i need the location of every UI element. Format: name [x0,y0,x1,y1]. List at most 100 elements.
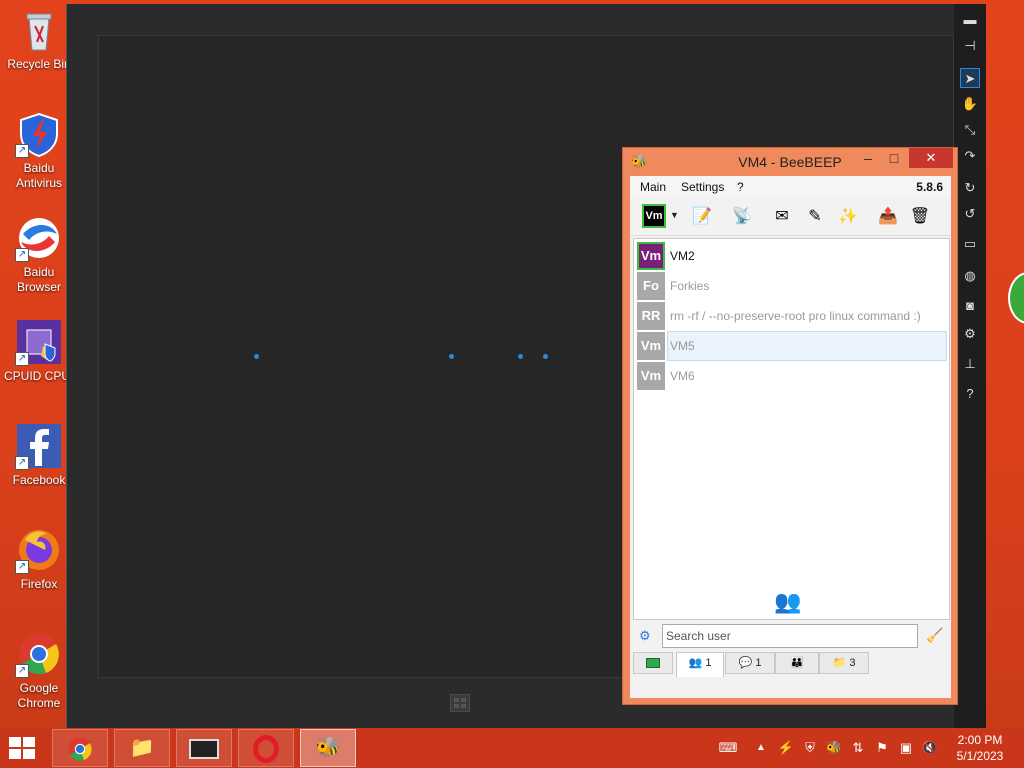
desktop-icon-facebook[interactable]: ↗ Facebook [2,422,76,488]
keyboard-icon[interactable]: ⌨ [712,728,744,768]
shortcut-arrow-icon: ↗ [15,144,29,158]
hand-icon[interactable]: ✋ [960,94,980,114]
magic-icon[interactable]: ✨ [836,205,860,229]
bee-tray-icon[interactable]: 🐝 [824,728,844,768]
menu-help[interactable]: ? [737,180,744,194]
gear-icon[interactable]: ⚙ [639,628,651,644]
shield-icon[interactable]: ⛨ [800,728,820,768]
chevron-down-icon[interactable]: ▼ [670,210,679,220]
taskbar-beebeep[interactable]: 🐝 [300,729,356,767]
edit-profile-icon[interactable]: 📝 [690,205,714,229]
user-row[interactable]: RR rm -rf / --no-preserve-root pro linux… [636,301,947,331]
minimize-icon[interactable]: ▬ [960,10,980,30]
desktop-icon-google-chrome[interactable]: ↗ Google Chrome [2,630,76,711]
taskbar-opera[interactable] [238,729,294,767]
network-icon[interactable]: ▣ [896,728,916,768]
clear-search-icon[interactable]: 🧹 [926,627,943,644]
volume-muted-icon[interactable]: 🔇 [920,728,940,768]
share-files-icon[interactable]: 📤 [876,205,900,229]
network-icon[interactable]: ⊥ [960,354,980,374]
desktop-icon-firefox[interactable]: ↗ Firefox [2,526,76,592]
title-bar[interactable]: 🐝 VM4 - BeeBEEP – □ ✕ [623,148,957,176]
user-row[interactable]: Fo Forkies [636,271,947,301]
tab-count: 3 [849,657,856,669]
user-name: Forkies [670,279,710,293]
shortcut-arrow-icon: ↗ [15,560,29,574]
network-share-icon[interactable]: ⇅ [848,728,868,768]
users-group-icon: 👥 [774,589,802,614]
tab-chats[interactable]: 💬 1 [725,652,775,674]
desktop-icon-recycle-bin[interactable]: Recycle Bin [2,6,76,72]
clock-time: 2:00 PM [957,733,1003,747]
taskbar-chrome[interactable] [52,729,108,767]
menu-settings[interactable]: Settings [681,180,724,194]
maximize-button[interactable]: □ [881,148,907,168]
baidu-browser-icon: ↗ [15,214,63,262]
desktop-icon-label: Baidu Antivirus [15,161,62,190]
desktop-icon-baidu-antivirus[interactable]: ↗ Baidu Antivirus [2,110,76,191]
monitor-green-icon [646,658,660,669]
taskbar-file-explorer[interactable]: 📁 [114,729,170,767]
reset-icon[interactable]: ↺ [960,204,980,224]
ctrl-alt-del-icon[interactable]: ↷ [960,146,980,166]
monitor-icon [189,738,219,759]
recycle-bin-icon [15,6,63,54]
broadcast-icon[interactable]: 📡 [730,205,754,229]
menu-bar: Main Settings ? 5.8.6 [630,176,951,198]
settings-icon[interactable]: ⚙ [960,324,980,344]
tab-files[interactable]: 📁 3 [819,652,869,674]
tab-users[interactable]: 👥 1 [676,652,724,677]
menu-main[interactable]: Main [640,180,666,194]
mail-icon[interactable]: ✉ [770,205,794,229]
chrome-icon [66,737,94,761]
refresh-icon[interactable]: ↻ [960,178,980,198]
green-edge-widget[interactable] [1008,272,1024,324]
selection-highlight [667,331,947,361]
user-name: VM6 [670,369,695,383]
monitor-icon[interactable]: ▭ [960,234,980,254]
opera-icon [253,734,279,763]
close-button[interactable]: ✕ [909,148,953,168]
clock[interactable]: 2:00 PM 5/1/2023 [948,732,1012,764]
trash-icon[interactable]: 🗑 [908,205,932,229]
desktop-icon-label: Baidu Browser [16,265,61,294]
user-name: rm -rf / --no-preserve-root pro linux co… [670,309,921,323]
user-avatar: RR [637,302,665,330]
chrome-icon: ↗ [15,630,63,678]
folder-icon: 📁 [129,737,155,759]
help-icon[interactable]: ? [960,384,980,404]
baidu-antivirus-tray-icon[interactable]: ⚡ [776,728,796,768]
search-user-input[interactable] [662,624,918,648]
groups-icon: 👪 [790,657,804,669]
tab-monitor[interactable] [633,652,673,674]
current-user-badge[interactable]: Vm [642,204,666,228]
tab-groups[interactable]: 👪 [775,652,819,674]
vm-side-toolbar: ▬ ⊣ ➤ ✋ ⤡ ↷ ↻ ↺ ▭ ◍ ◙ ⚙ ⊥ ? [954,4,986,728]
pointer-icon[interactable]: ➤ [960,68,980,88]
chevron-up-icon[interactable]: ▲ [752,728,770,768]
user-row[interactable]: Vm VM2 [636,241,947,271]
desktop-icon-label: Google Chrome [17,681,61,710]
tab-count: 1 [705,657,712,669]
user-name: VM2 [670,249,695,263]
vm-start-button[interactable] [450,694,470,712]
user-row[interactable]: Vm VM5 [636,331,947,361]
desktop-icon-cpuid[interactable]: ↗ CPUID CPU- [2,318,76,384]
user-avatar: Fo [637,272,665,300]
desktop-icon-baidu-browser[interactable]: ↗ Baidu Browser [2,214,76,295]
toolbar: Vm ▼ 📝 📡 ✉ ✎ ✨ 📤 🗑 [630,198,951,236]
minimize-button[interactable]: – [855,148,881,168]
tab-count: 1 [755,657,762,669]
status-bar [630,680,951,698]
pin-icon[interactable]: ⊣ [960,36,980,56]
taskbar-vm-viewer[interactable] [176,729,232,767]
shortcut-arrow-icon: ↗ [15,664,29,678]
globe-icon[interactable]: ◍ [960,266,980,286]
write-icon[interactable]: ✎ [803,205,827,229]
user-name: VM5 [670,339,695,353]
user-row[interactable]: Vm VM6 [636,361,947,391]
flag-icon[interactable]: ⚑ [872,728,892,768]
start-button[interactable] [8,736,38,760]
camera-icon[interactable]: ◙ [960,296,980,316]
fit-icon[interactable]: ⤡ [960,120,980,140]
